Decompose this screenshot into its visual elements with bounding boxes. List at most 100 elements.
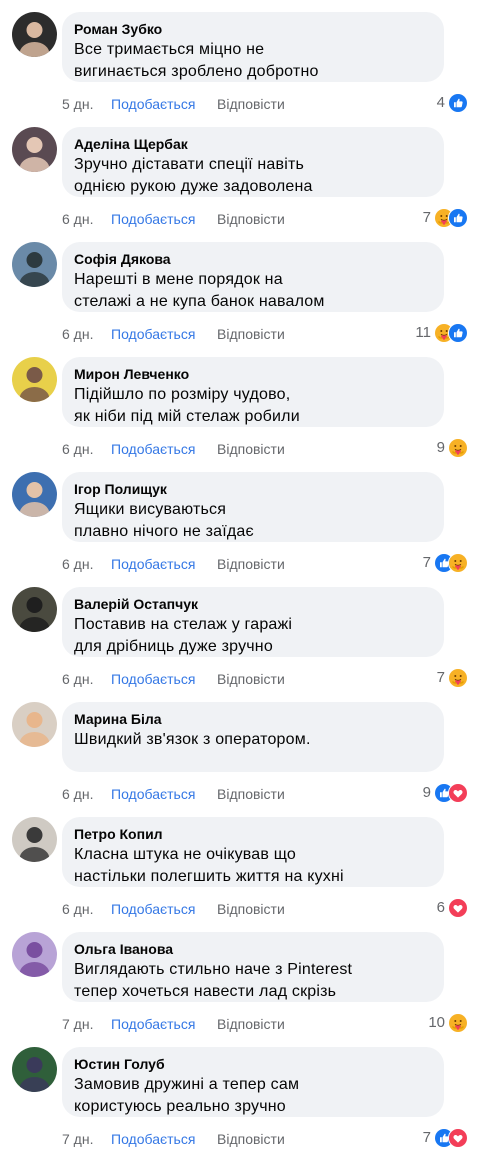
- comment-time[interactable]: 6 дн.: [62, 325, 93, 343]
- love-icon: [448, 1128, 468, 1148]
- comment-text-line-2: вигинається зроблено добротно: [74, 63, 319, 80]
- comment-time[interactable]: 6 дн.: [62, 900, 93, 918]
- reply-button[interactable]: Відповісти: [217, 555, 285, 573]
- reactions-summary[interactable]: 10: [428, 1013, 468, 1033]
- comment-time[interactable]: 6 дн.: [62, 555, 93, 573]
- avatar[interactable]: [12, 1047, 57, 1092]
- comment-bubble: Ольга Іванова Виглядають стильно наче з P…: [62, 932, 444, 1002]
- comment-author[interactable]: Софія Дякова: [74, 250, 432, 268]
- comment-text-line-1: Поставив на стелаж у гаражі: [74, 616, 293, 633]
- avatar[interactable]: [12, 357, 57, 402]
- like-icon: [448, 93, 468, 113]
- reply-button[interactable]: Відповісти: [217, 325, 285, 343]
- comment-author[interactable]: Юстин Голуб: [74, 1055, 432, 1073]
- reply-button[interactable]: Відповісти: [217, 785, 285, 803]
- comment-text-line-1: Нарешті в мене порядок на: [74, 271, 283, 288]
- comment-text-line-2: плавно нічого не заїдає: [74, 523, 254, 540]
- reaction-count: 7: [422, 209, 431, 226]
- comment-author[interactable]: Аделіна Щербак: [74, 135, 432, 153]
- comment-item: Юстин Голуб Замовив дружині а тепер сам ко…: [0, 1035, 480, 1150]
- reactions-summary[interactable]: 9: [437, 438, 468, 458]
- comment-bubble: Марина Біла Швидкий зв'язок з оператором.: [62, 702, 444, 772]
- comment-text-line-2: однією рукою дуже задоволена: [74, 178, 313, 195]
- comment-time[interactable]: 6 дн.: [62, 210, 93, 228]
- reactions-summary[interactable]: 7: [423, 1128, 468, 1148]
- comment-time[interactable]: 7 дн.: [62, 1130, 93, 1148]
- reaction-count: 6: [436, 899, 445, 916]
- comment-text-line-1: Замовив дружині а тепер сам: [74, 1076, 300, 1093]
- comment-item: Софія Дякова Нарешті в мене порядок на сте…: [0, 230, 480, 345]
- avatar[interactable]: [12, 127, 57, 172]
- avatar[interactable]: [12, 242, 57, 287]
- love-icon: [448, 783, 468, 803]
- reactions-summary[interactable]: 9: [423, 783, 468, 803]
- reaction-count: 9: [422, 784, 431, 801]
- reactions-summary[interactable]: 4: [437, 93, 468, 113]
- comment-text-line-2: тепер хочеться навести лад скрізь: [74, 983, 337, 1000]
- avatar[interactable]: [12, 702, 57, 747]
- comment-time[interactable]: 6 дн.: [62, 440, 93, 458]
- comment-text-line-2: настільки полегшить життя на кухні: [74, 868, 344, 885]
- care-icon: [448, 1013, 468, 1033]
- reply-button[interactable]: Відповісти: [217, 900, 285, 918]
- comment-time[interactable]: 6 дн.: [62, 785, 93, 803]
- reaction-count: 11: [415, 324, 431, 341]
- comment-author[interactable]: Марина Біла: [74, 710, 432, 728]
- comment-author[interactable]: Валерій Остапчук: [74, 595, 432, 613]
- comment-text-line-1: Виглядають стильно наче з Pinterest: [74, 961, 353, 978]
- reactions-summary[interactable]: 7: [423, 553, 468, 573]
- comment-bubble: Юстин Голуб Замовив дружині а тепер сам ко…: [62, 1047, 444, 1117]
- comment-bubble: Мирон Левченко Підійшло по розміру чудово…: [62, 357, 444, 427]
- comment-author[interactable]: Ігор Полищук: [74, 480, 432, 498]
- comment-text-line-1: Все тримається міцно не: [74, 41, 265, 58]
- love-icon: [448, 898, 468, 918]
- comment-bubble: Софія Дякова Нарешті в мене порядок на сте…: [62, 242, 444, 312]
- reactions-summary[interactable]: 6: [437, 898, 468, 918]
- comment-author[interactable]: Петро Копил: [74, 825, 432, 843]
- comment-bubble: Валерій Остапчук Поставив на стелаж у гар…: [62, 587, 444, 657]
- like-button[interactable]: Подобається: [111, 555, 195, 573]
- like-button[interactable]: Подобається: [111, 440, 195, 458]
- care-icon: [448, 668, 468, 688]
- reply-button[interactable]: Відповісти: [217, 210, 285, 228]
- reactions-summary[interactable]: 7: [437, 668, 468, 688]
- reply-button[interactable]: Відповісти: [217, 440, 285, 458]
- like-button[interactable]: Подобається: [111, 670, 195, 688]
- like-button[interactable]: Подобається: [111, 325, 195, 343]
- reply-button[interactable]: Відповісти: [217, 1015, 285, 1033]
- like-button[interactable]: Подобається: [111, 210, 195, 228]
- care-icon: [448, 438, 468, 458]
- comment-time[interactable]: 5 дн.: [62, 95, 93, 113]
- avatar[interactable]: [12, 932, 57, 977]
- comment-item: Петро Копил Класна штука не очікував що на…: [0, 805, 480, 920]
- like-button[interactable]: Подобається: [111, 1130, 195, 1148]
- like-button[interactable]: Подобається: [111, 785, 195, 803]
- like-button[interactable]: Подобається: [111, 1015, 195, 1033]
- comment-text-line-1: Класна штука не очікував що: [74, 846, 297, 863]
- comment-author[interactable]: Роман Зубко: [74, 20, 432, 38]
- reply-button[interactable]: Відповісти: [217, 1130, 285, 1148]
- reactions-summary[interactable]: 11: [415, 323, 468, 343]
- reactions-summary[interactable]: 7: [423, 208, 468, 228]
- avatar[interactable]: [12, 817, 57, 862]
- comment-author[interactable]: Ольга Іванова: [74, 940, 432, 958]
- like-button[interactable]: Подобається: [111, 900, 195, 918]
- reply-button[interactable]: Відповісти: [217, 670, 285, 688]
- comment-text-line-1: Ящики висуваються: [74, 501, 227, 518]
- avatar[interactable]: [12, 587, 57, 632]
- comment-text-line-1: Підійшло по розміру чудово,: [74, 386, 291, 403]
- comment-time[interactable]: 6 дн.: [62, 670, 93, 688]
- reply-button[interactable]: Відповісти: [217, 95, 285, 113]
- comment-item: Марина Біла Швидкий зв'язок з оператором.…: [0, 690, 480, 805]
- avatar[interactable]: [12, 472, 57, 517]
- comment-bubble: Петро Копил Класна штука не очікував що на…: [62, 817, 444, 887]
- like-button[interactable]: Подобається: [111, 95, 195, 113]
- comment-time[interactable]: 7 дн.: [62, 1015, 93, 1033]
- comment-item: Ольга Іванова Виглядають стильно наче з P…: [0, 920, 480, 1035]
- comment-author[interactable]: Мирон Левченко: [74, 365, 432, 383]
- care-icon: [448, 553, 468, 573]
- comment-text-line-2: як ніби під мій стелаж робили: [74, 408, 300, 425]
- like-icon: [448, 208, 468, 228]
- comment-bubble: Ігор Полищук Ящики висуваються плавно нічо…: [62, 472, 444, 542]
- avatar[interactable]: [12, 12, 57, 57]
